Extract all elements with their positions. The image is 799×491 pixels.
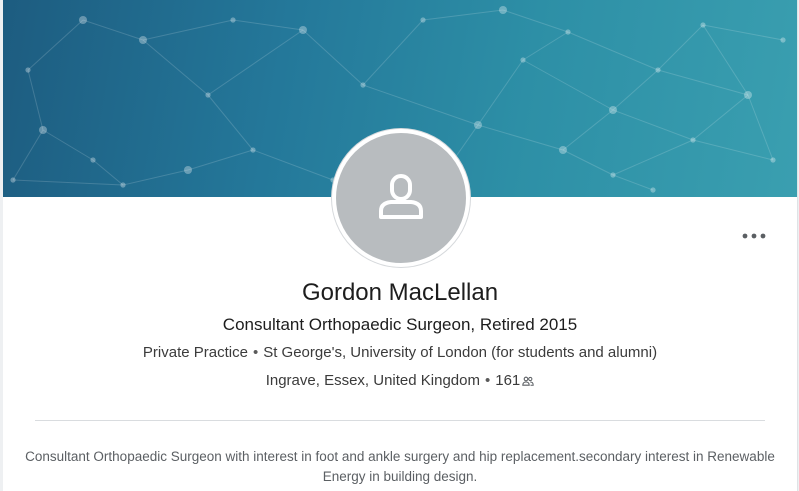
network-node [655,67,661,73]
profile-education[interactable]: St George's, University of London (for s… [263,344,657,361]
network-line [207,29,304,96]
network-line [122,169,189,186]
network-line [612,139,694,176]
network-line [142,39,209,96]
network-node [230,17,236,23]
section-divider [35,420,765,421]
network-line [187,149,254,171]
network-node [184,166,192,174]
profile-card: Gordon MacLellan Consultant Orthopaedic … [3,0,798,491]
network-line [567,31,659,71]
network-line [27,19,84,71]
network-node [700,22,706,28]
profile-avatar[interactable] [332,129,470,267]
network-node [90,157,96,163]
network-line [422,9,504,21]
network-node [559,146,567,154]
network-line [702,24,784,41]
network-node [780,37,786,43]
network-line [522,31,569,61]
profile-summary: Consultant Orthopaedic Surgeon with inte… [25,449,775,484]
network-line [362,19,424,86]
network-line [562,109,614,151]
profile-location: Ingrave, Essex, United Kingdom [265,372,480,389]
network-node [609,106,617,114]
network-node [25,67,31,73]
network-line [252,149,334,181]
network-line [522,59,614,111]
network-node [650,187,656,193]
profile-location-line: Ingrave, Essex, United Kingdom • 161 [3,372,797,389]
network-line [562,149,614,176]
profile-name: Gordon MacLellan [301,279,499,306]
network-node [610,172,616,178]
more-horizontal-icon [742,233,766,239]
network-line [502,9,569,33]
network-line [12,129,44,181]
network-node [520,57,526,63]
network-node [360,82,366,88]
network-line [142,19,234,41]
network-line [82,19,144,41]
network-node [139,36,147,44]
network-line [12,179,124,186]
network-node [120,182,126,188]
network-node [10,177,16,183]
network-line [657,24,704,71]
network-node [250,147,256,153]
network-line [612,174,654,191]
network-node [744,91,752,99]
separator-dot: • [252,344,259,361]
network-node [39,126,47,134]
profile-headline: Consultant Orthopaedic Surgeon, Retired … [222,315,578,334]
network-line [302,29,364,86]
network-node [565,29,571,35]
network-line [27,69,44,131]
connections-count[interactable]: 161 [495,372,520,389]
network-line [612,109,694,141]
network-node [474,121,482,129]
network-line [692,139,774,161]
network-node [79,16,87,24]
more-actions-button[interactable] [739,224,769,248]
network-line [92,159,124,186]
network-line [207,94,254,151]
network-node [420,17,426,23]
network-line [477,59,524,126]
network-node [770,157,776,163]
network-line [747,94,774,161]
network-node [499,6,507,14]
network-node [690,137,696,143]
network-line [42,129,94,161]
network-line [692,94,749,141]
network-node [205,92,211,98]
network-line [612,69,659,111]
separator-dot: • [484,372,491,389]
network-node [299,26,307,34]
network-line [232,19,304,31]
person-silhouette-icon [379,174,423,219]
profile-company[interactable]: Private Practice [143,344,248,361]
network-line [362,84,479,126]
profile-org-line: Private Practice • St George's, University… [3,344,797,361]
people-icon [522,376,534,386]
network-line [477,124,564,151]
